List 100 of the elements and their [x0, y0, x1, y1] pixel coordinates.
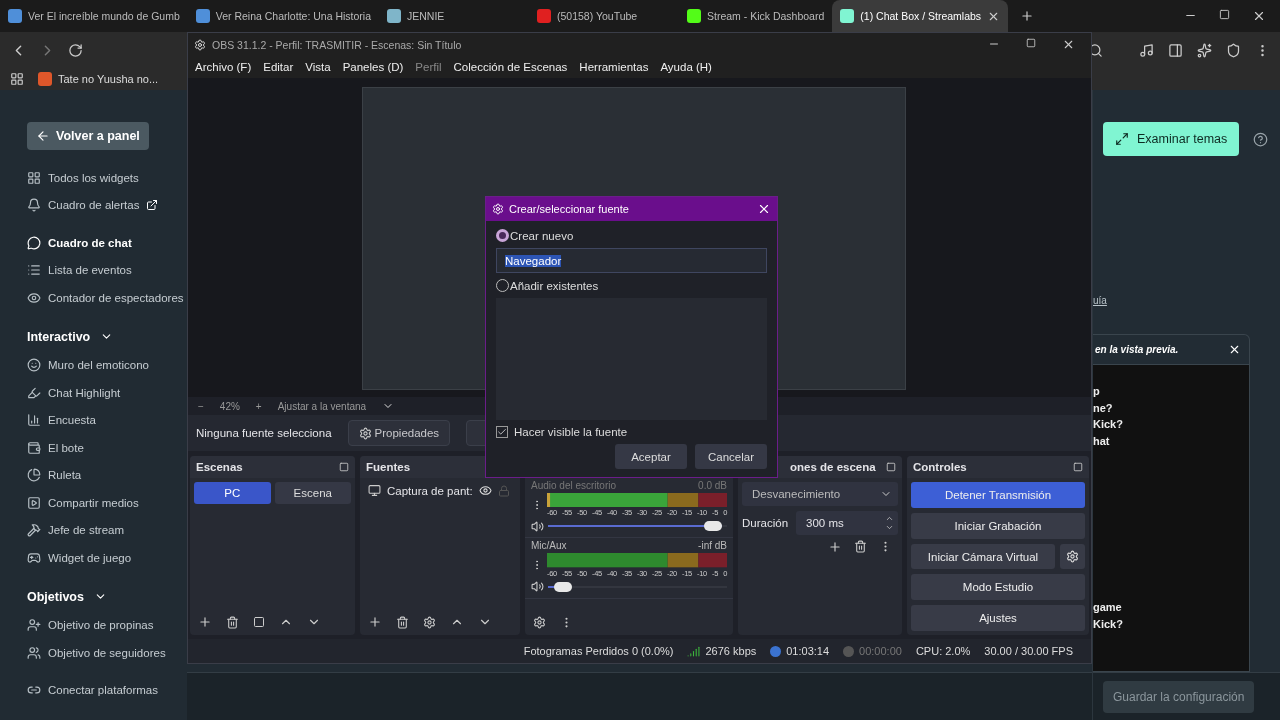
- control-button[interactable]: Ajustes: [911, 605, 1085, 631]
- sidebar-item[interactable]: Compartir medios: [48, 496, 139, 509]
- sidebar-item[interactable]: Cuadro de chat: [48, 236, 132, 249]
- sidebar-item[interactable]: Contador de espectadores: [48, 291, 184, 304]
- accept-button[interactable]: Aceptar: [615, 444, 687, 469]
- section-heading: Interactivo: [27, 329, 91, 344]
- stop-stream-button[interactable]: Detener Transmisión: [911, 482, 1085, 508]
- music-icon[interactable]: [1139, 42, 1154, 58]
- browser-tab[interactable]: JENNIE: [379, 0, 529, 32]
- browser-tab[interactable]: Ver El increíble mundo de Gumb: [0, 0, 188, 32]
- apps-icon[interactable]: [10, 72, 24, 86]
- reload-icon[interactable]: [68, 42, 83, 58]
- gear-icon: [1066, 550, 1079, 563]
- sidebar-item[interactable]: Chat Highlight: [48, 386, 121, 399]
- browser-tab[interactable]: Ver Reina Charlotte: Una Historia: [187, 0, 379, 32]
- sidebar-item[interactable]: Widget de juego: [48, 551, 132, 564]
- sidebar-item[interactable]: Jefe de stream: [48, 524, 125, 537]
- radio-option[interactable]: Añadir existentes: [496, 279, 767, 292]
- chat-message: p: [1093, 385, 1101, 399]
- add-icon[interactable]: [368, 615, 382, 629]
- menu-item[interactable]: Paneles (D): [342, 61, 404, 73]
- sidebar-item[interactable]: Muro del emoticono: [48, 359, 149, 372]
- up-icon[interactable]: [885, 514, 894, 523]
- zoom-value: 42%: [219, 400, 240, 412]
- volume-slider[interactable]: [548, 579, 727, 594]
- menu-item[interactable]: Herramientas: [579, 61, 649, 73]
- trash-icon[interactable]: [854, 540, 867, 554]
- speaker-icon[interactable]: [531, 580, 544, 594]
- scene-item[interactable]: Escena: [274, 482, 351, 504]
- menu-item[interactable]: Ayuda (H): [660, 61, 712, 73]
- add-icon[interactable]: [828, 540, 842, 554]
- menu-item[interactable]: Vista: [305, 61, 331, 73]
- close-icon[interactable]: [1062, 38, 1075, 51]
- guide-link[interactable]: uía: [1093, 295, 1280, 306]
- sidebar-item[interactable]: Encuesta: [48, 414, 96, 427]
- control-button[interactable]: Iniciar Cámara Virtual: [911, 544, 1055, 569]
- sidebar-item[interactable]: El bote: [48, 441, 84, 454]
- settings-button[interactable]: [1060, 544, 1085, 569]
- sidebar-icon[interactable]: [1168, 42, 1183, 58]
- browser-tab[interactable]: (50158) YouTube: [529, 0, 679, 32]
- chat-message: ne?: [1093, 401, 1114, 416]
- menu-item[interactable]: Colección de Escenas: [453, 61, 568, 73]
- dock-title: Escenas: [196, 461, 243, 473]
- visible-checkbox[interactable]: Hacer visible la fuente: [496, 426, 767, 438]
- name-field[interactable]: Navegador: [496, 248, 767, 273]
- eye-icon: [27, 290, 41, 305]
- bookmark[interactable]: Tate no Yuusha no...: [58, 73, 159, 85]
- transition-select[interactable]: Desvanecimiento: [742, 482, 898, 506]
- fit-dropdown[interactable]: Ajustar a la ventana: [277, 400, 367, 412]
- sidebar-item[interactable]: Cuadro de alertas: [48, 199, 140, 212]
- volume-slider[interactable]: [548, 519, 727, 534]
- menu-item[interactable]: Archivo (F): [195, 61, 252, 73]
- themes-button[interactable]: Examinar temas: [1103, 122, 1240, 156]
- browser-tab[interactable]: (1) Chat Box / Streamlabs: [832, 0, 1009, 32]
- add-icon[interactable]: [198, 615, 212, 629]
- sparkle-icon[interactable]: [1197, 42, 1212, 58]
- browser-tab[interactable]: Stream - Kick Dashboard: [679, 0, 833, 32]
- zoom-in-button[interactable]: +: [255, 400, 262, 412]
- sidebar-item[interactable]: Todos los widgets: [48, 171, 139, 184]
- properties-button[interactable]: Propiedades: [347, 420, 451, 446]
- trash-icon[interactable]: [396, 615, 409, 629]
- undock-icon[interactable]: [1073, 462, 1083, 472]
- close-icon[interactable]: [1228, 343, 1241, 356]
- scene-item[interactable]: PC: [194, 482, 271, 504]
- control-button[interactable]: Modo Estudio: [911, 574, 1085, 600]
- sidebar-item[interactable]: Lista de eventos: [48, 264, 132, 277]
- down-icon[interactable]: [885, 523, 894, 532]
- sidebar-item[interactable]: Conectar plataformas: [48, 684, 158, 697]
- menu-item[interactable]: Editar: [263, 61, 294, 73]
- control-button[interactable]: Iniciar Grabación: [911, 513, 1085, 539]
- settings-icon[interactable]: [423, 615, 436, 629]
- status-text: CPU: 2.0%: [915, 645, 971, 657]
- sidebar-item[interactable]: Ruleta: [48, 469, 82, 482]
- chat-message: Kick?: [1093, 617, 1124, 632]
- wallet-icon: [27, 440, 41, 455]
- radio-option[interactable]: Crear nuevo: [496, 229, 767, 242]
- source-item[interactable]: Captura de pant:: [387, 484, 473, 497]
- users-icon: [27, 645, 41, 660]
- undock-icon[interactable]: [886, 462, 896, 472]
- zoom-out-button[interactable]: −: [198, 400, 204, 412]
- eye-icon[interactable]: [478, 484, 492, 497]
- sidebar-item[interactable]: Objetivo de propinas: [48, 619, 154, 632]
- close-icon[interactable]: [1252, 9, 1266, 23]
- sidebar-item[interactable]: Objetivo de seguidores: [48, 646, 166, 659]
- new-tab-icon[interactable]: [1020, 9, 1035, 23]
- cancel-button[interactable]: Cancelar: [695, 444, 767, 469]
- list-icon: [27, 263, 41, 278]
- favicon-icon: [387, 9, 401, 23]
- help-icon[interactable]: [1253, 131, 1269, 147]
- trash-icon[interactable]: [226, 615, 239, 629]
- speaker-icon[interactable]: [531, 519, 544, 533]
- hammer-icon: [27, 523, 41, 538]
- close-icon[interactable]: [757, 202, 771, 216]
- favicon-icon: [195, 9, 210, 23]
- shield-icon[interactable]: [1226, 42, 1241, 58]
- duration-field[interactable]: 300 ms: [796, 511, 898, 535]
- undock-icon[interactable]: [339, 462, 349, 472]
- window-title: OBS 31.1.2 - Perfil: TRASMITIR - Escenas: Sin Título: [212, 38, 462, 51]
- back-button[interactable]: Volver a panel: [27, 122, 149, 150]
- settings-icon[interactable]: [533, 615, 546, 629]
